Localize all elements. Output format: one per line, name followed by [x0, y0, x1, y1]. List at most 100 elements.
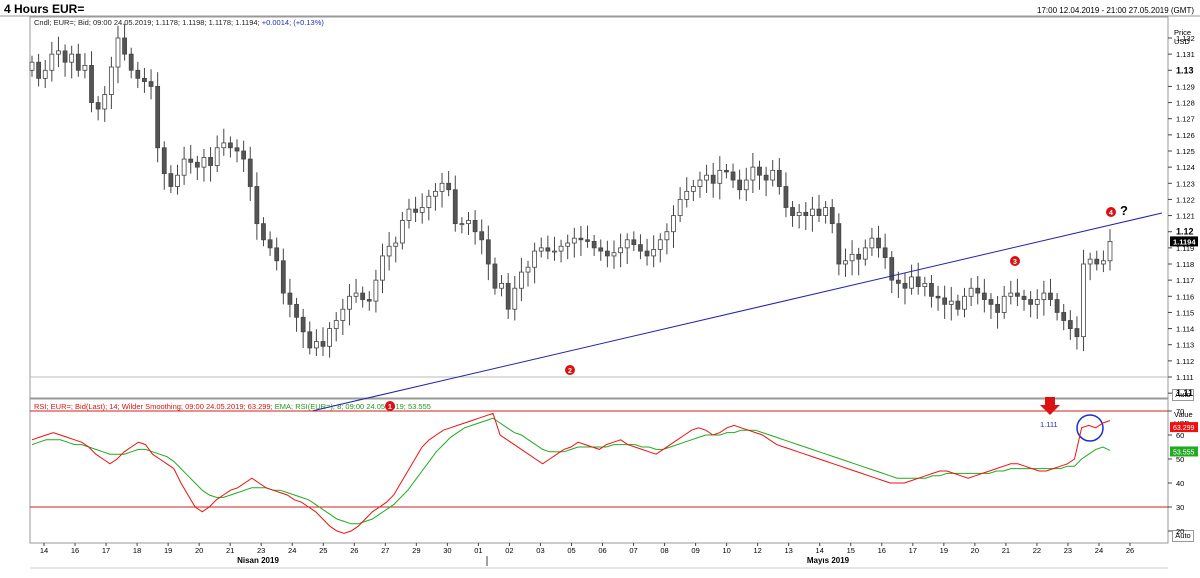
candle [261, 223, 266, 241]
candle [360, 292, 366, 300]
candle [75, 53, 81, 71]
candle [988, 299, 994, 305]
candle [737, 179, 743, 191]
date-tick-label: 23 [257, 546, 265, 555]
last-price-value: 1.1194 [1173, 237, 1196, 246]
candle [757, 166, 762, 176]
candle [201, 157, 207, 168]
candle [505, 282, 511, 310]
candle [175, 174, 180, 187]
candle [142, 77, 147, 82]
price-tick-label: 1.122 [1176, 195, 1195, 204]
candle [929, 282, 934, 297]
candle [446, 182, 452, 191]
price-tick-label: 1.114 [1176, 325, 1194, 334]
candle [684, 190, 690, 200]
candle [724, 169, 729, 173]
price-tick-label: 1.13 [1176, 65, 1194, 75]
price-tick-label: 1.128 [1176, 99, 1195, 108]
candle [565, 242, 571, 247]
candle [115, 37, 121, 68]
candle [571, 237, 577, 244]
candle [585, 239, 590, 242]
price-panel-frame [29, 16, 1169, 399]
candle [128, 53, 134, 71]
candle [690, 186, 696, 192]
date-tick-label: 19 [940, 546, 948, 555]
candle [1021, 295, 1027, 300]
price-tick-label: 1.131 [1176, 50, 1195, 59]
candle [968, 287, 974, 297]
date-tick-label: 26 [1126, 546, 1134, 555]
price-tick-label: 1.132 [1176, 34, 1195, 43]
date-tick-label: 17 [909, 546, 917, 555]
date-tick-label: 10 [722, 546, 730, 555]
candle [743, 179, 749, 191]
candle [181, 158, 187, 176]
date-tick-label: 01 [474, 546, 482, 555]
rsi-tick-label: 20 [1176, 527, 1184, 536]
candle [512, 287, 518, 310]
candle [849, 253, 855, 262]
candle [995, 303, 1000, 313]
price-tick-label: 1.11 [1176, 388, 1193, 398]
candle [267, 239, 273, 249]
candle [102, 94, 108, 110]
month-label-april: Nisan 2019 [237, 556, 279, 565]
date-tick-label: 29 [412, 546, 420, 555]
candle [558, 245, 564, 252]
candle [300, 316, 306, 333]
price-tick-label: 1.117 [1176, 276, 1194, 285]
date-tick-label: 26 [350, 546, 358, 555]
price-tick-label: 1.124 [1176, 163, 1195, 172]
candle [532, 250, 538, 268]
candle [631, 239, 637, 246]
candle [704, 174, 709, 181]
candle [241, 150, 247, 160]
price-tick-label: 1.127 [1176, 115, 1195, 124]
candle [856, 253, 862, 260]
candle [433, 190, 438, 197]
candle [228, 142, 233, 149]
candle [499, 282, 504, 289]
candle [909, 276, 914, 289]
candle [294, 303, 299, 318]
candle [49, 53, 55, 71]
candle [148, 81, 154, 87]
candle [1061, 312, 1067, 321]
date-tick-label: 25 [319, 546, 327, 555]
candle [915, 276, 921, 288]
candle [393, 242, 399, 247]
date-tick-label: 05 [567, 546, 575, 555]
candle [472, 220, 478, 233]
candle [1074, 328, 1080, 338]
candle [697, 179, 703, 187]
candle [1015, 292, 1020, 297]
candle [763, 174, 769, 181]
date-tick-label: 03 [536, 546, 544, 555]
candle [56, 50, 61, 55]
candle [353, 292, 359, 297]
date-tick-label: 02 [505, 546, 513, 555]
rsi-tick-label: 70 [1176, 407, 1184, 416]
candle [419, 207, 425, 213]
candle [135, 69, 141, 79]
candle [895, 279, 901, 284]
down-arrow-icon [1040, 397, 1060, 415]
date-tick-label: 14 [40, 546, 48, 555]
candle [591, 241, 597, 249]
candle [935, 295, 941, 299]
candle [307, 331, 313, 349]
candle [29, 61, 35, 71]
candle [89, 65, 94, 103]
candle [710, 174, 716, 184]
candle [598, 247, 604, 252]
candle [234, 147, 240, 152]
candle [386, 245, 392, 257]
date-tick-label: 30 [443, 546, 451, 555]
date-tick-label: 12 [753, 546, 761, 555]
candle [452, 189, 458, 225]
date-tick-label: 19 [164, 546, 172, 555]
date-tick-label: 22 [1033, 546, 1041, 555]
trendline [311, 212, 1163, 412]
